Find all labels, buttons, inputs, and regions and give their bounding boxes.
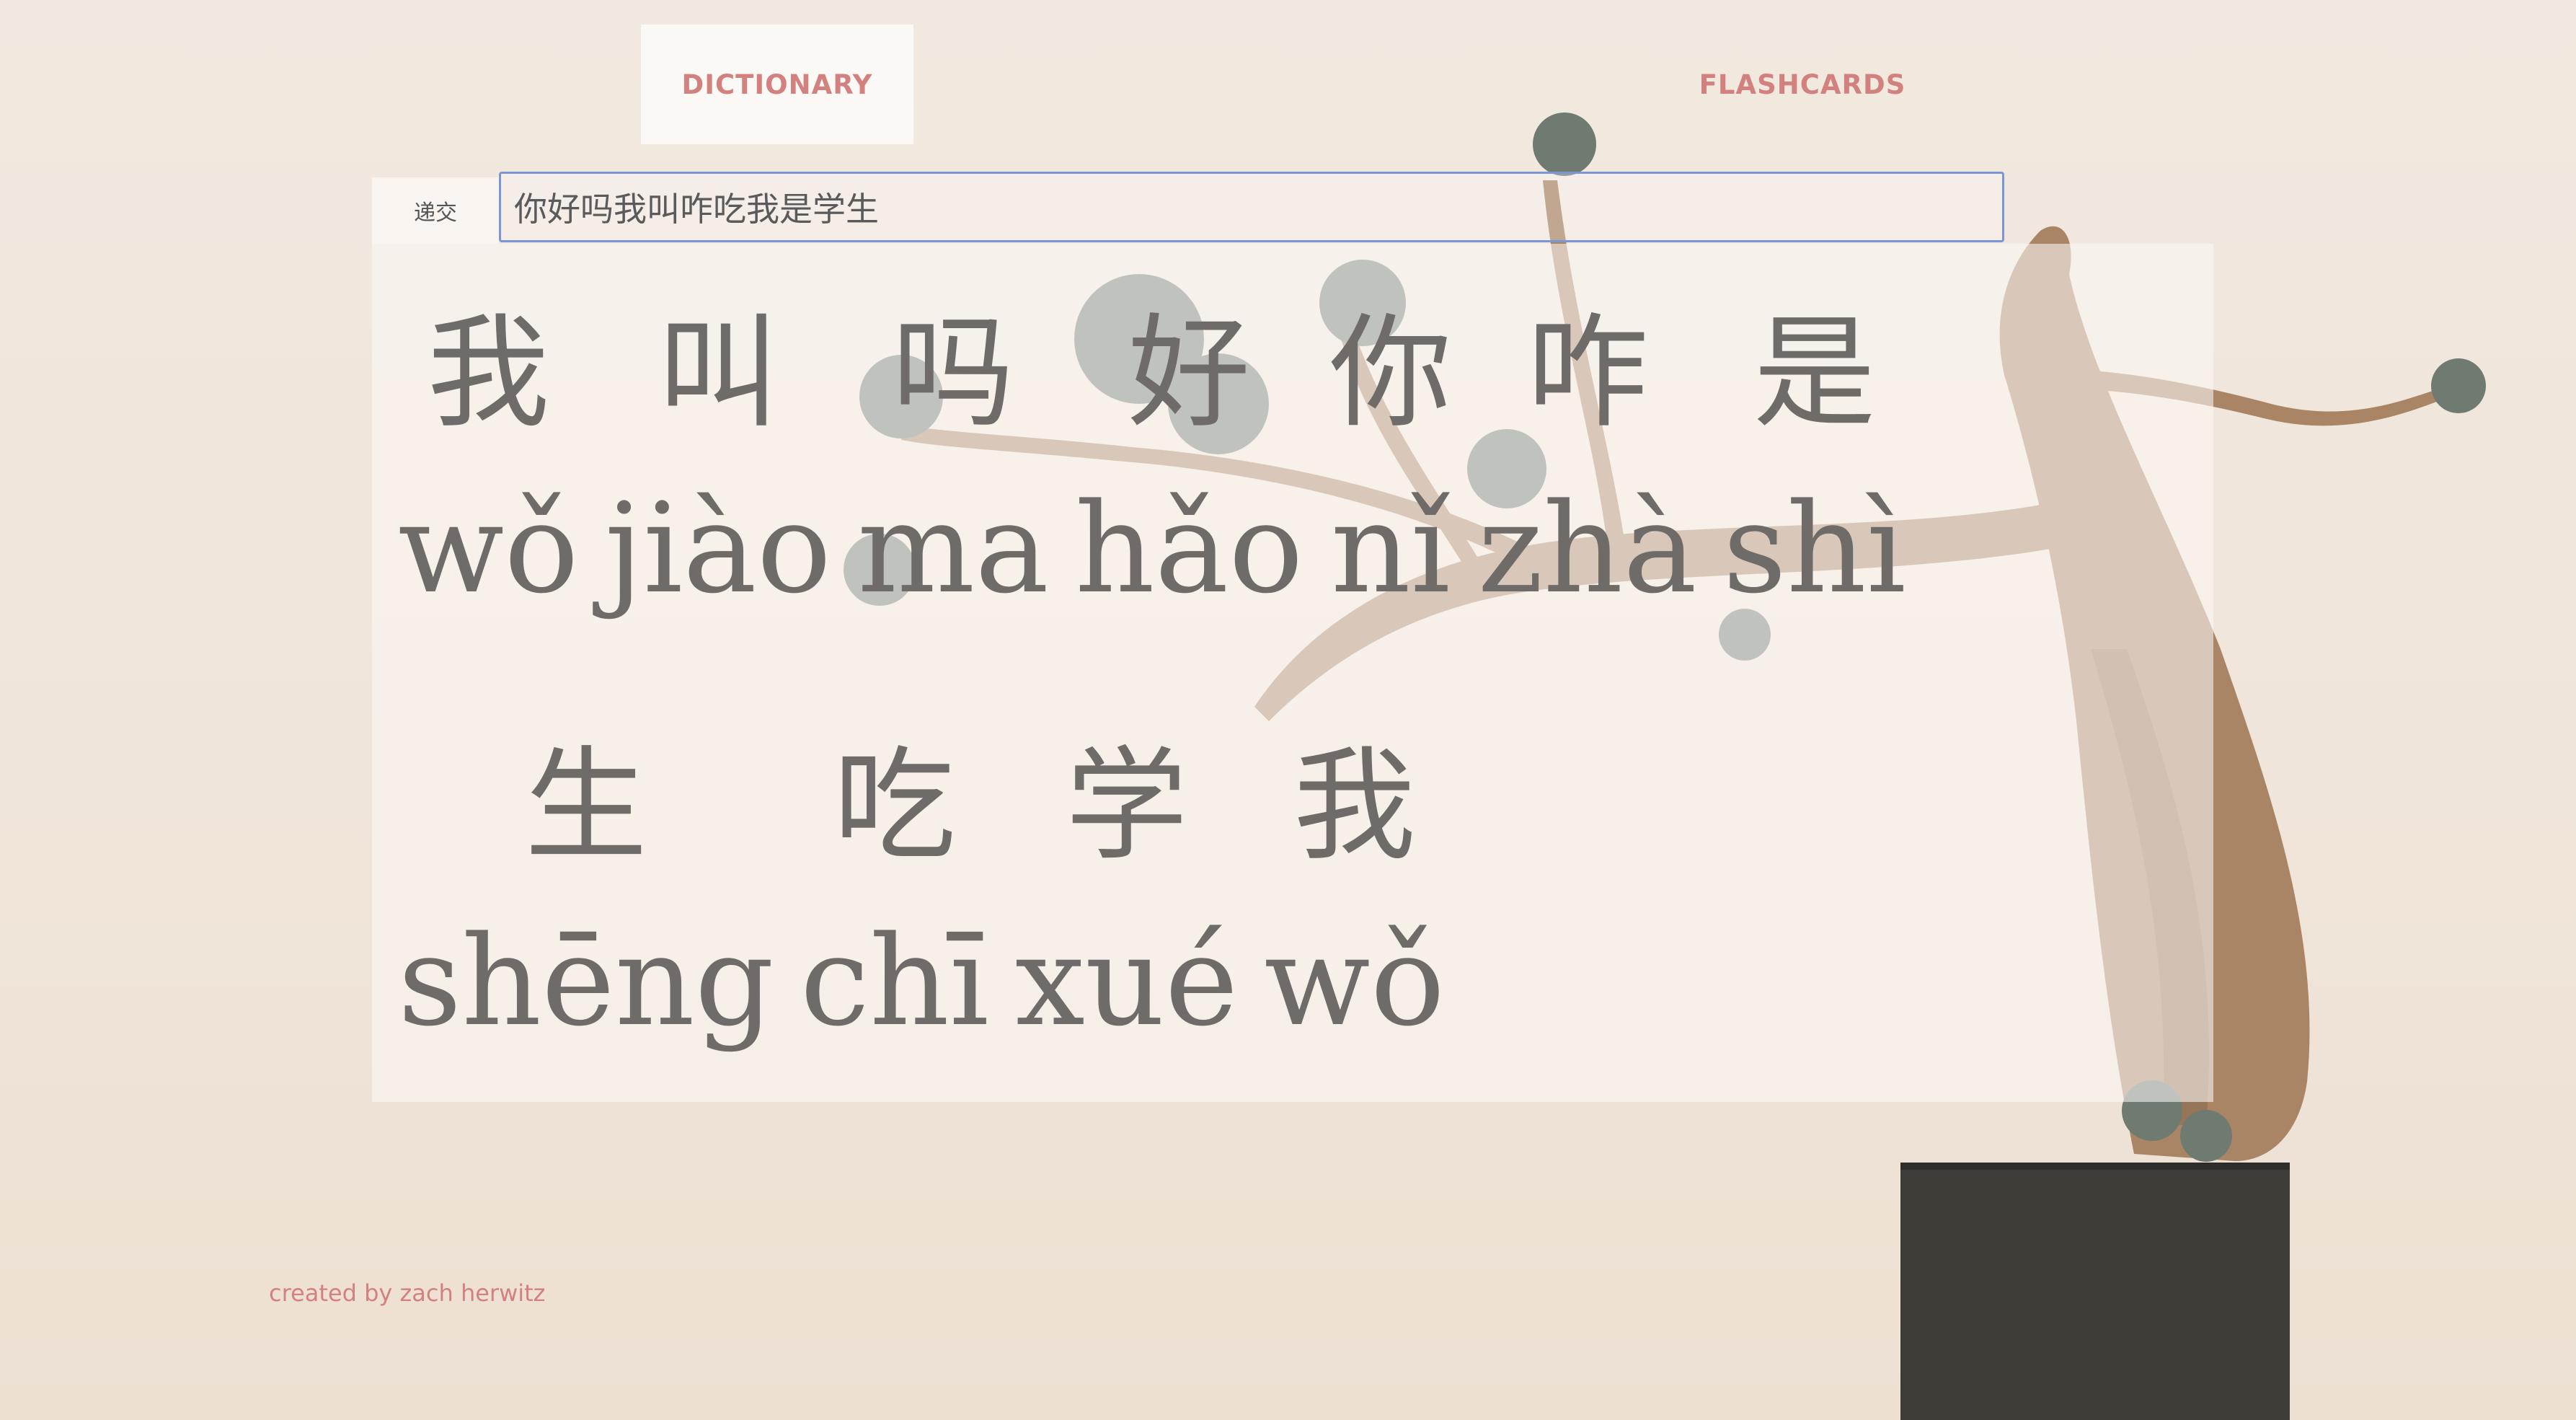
pinyin-reading: shì [1722, 476, 1906, 621]
hanzi-character: 你 [1329, 302, 1452, 445]
pinyin-reading: xué [1014, 909, 1239, 1054]
hanzi-character: 好 [1128, 302, 1251, 445]
word-card: 你 nǐ [1329, 294, 1452, 632]
word-card: 我 wǒ [398, 294, 579, 632]
search-input[interactable] [499, 172, 2004, 242]
hanzi-character: 我 [1293, 735, 1416, 878]
word-card: 好 hǎo [1075, 294, 1304, 632]
word-card: 咋 zhà [1478, 294, 1697, 632]
hanzi-character: 吗 [892, 302, 1015, 445]
hanzi-character: 生 [524, 735, 647, 878]
pinyin-reading: nǐ [1330, 476, 1451, 621]
word-card: 是 shì [1723, 294, 1906, 632]
footer-credit-link[interactable]: created by zach herwitz [269, 1279, 545, 1307]
hanzi-character: 学 [1065, 735, 1188, 878]
word-card: 学 xué [1015, 727, 1239, 1064]
pinyin-reading: wǒ [398, 476, 579, 621]
word-card: 生 shēng [398, 727, 774, 1064]
result-row: 我 wǒ 叫 jiào 吗 ma 好 hǎo 你 nǐ 咋 zhà 是 shì [398, 294, 1932, 632]
hanzi-character: 咋 [1526, 302, 1649, 445]
hanzi-character: 吃 [833, 735, 956, 878]
tab-flashcards[interactable]: FLASHCARDS [1673, 25, 1932, 144]
hanzi-character: 是 [1753, 302, 1876, 445]
word-card: 我 wǒ [1264, 727, 1445, 1064]
hanzi-character: 叫 [656, 302, 779, 445]
pinyin-reading: shēng [398, 909, 774, 1054]
hanzi-character: 我 [427, 302, 550, 445]
result-row: 生 shēng 吃 chī 学 xué 我 wǒ [398, 727, 1471, 1064]
word-card: 叫 jiào [605, 294, 831, 632]
pinyin-reading: chī [800, 909, 989, 1054]
submit-button[interactable]: 递交 [372, 177, 499, 244]
pinyin-reading: zhà [1477, 476, 1697, 621]
pinyin-reading: hǎo [1074, 476, 1304, 621]
results-panel: 我 wǒ 叫 jiào 吗 ma 好 hǎo 你 nǐ 咋 zhà 是 shì [372, 244, 2213, 1102]
tab-dictionary[interactable]: DICTIONARY [641, 25, 913, 144]
word-card: 吃 chī [800, 727, 989, 1064]
word-card: 吗 ma [857, 294, 1049, 632]
pinyin-reading: ma [857, 476, 1049, 621]
pinyin-reading: wǒ [1264, 909, 1446, 1054]
pinyin-reading: jiào [604, 476, 832, 621]
